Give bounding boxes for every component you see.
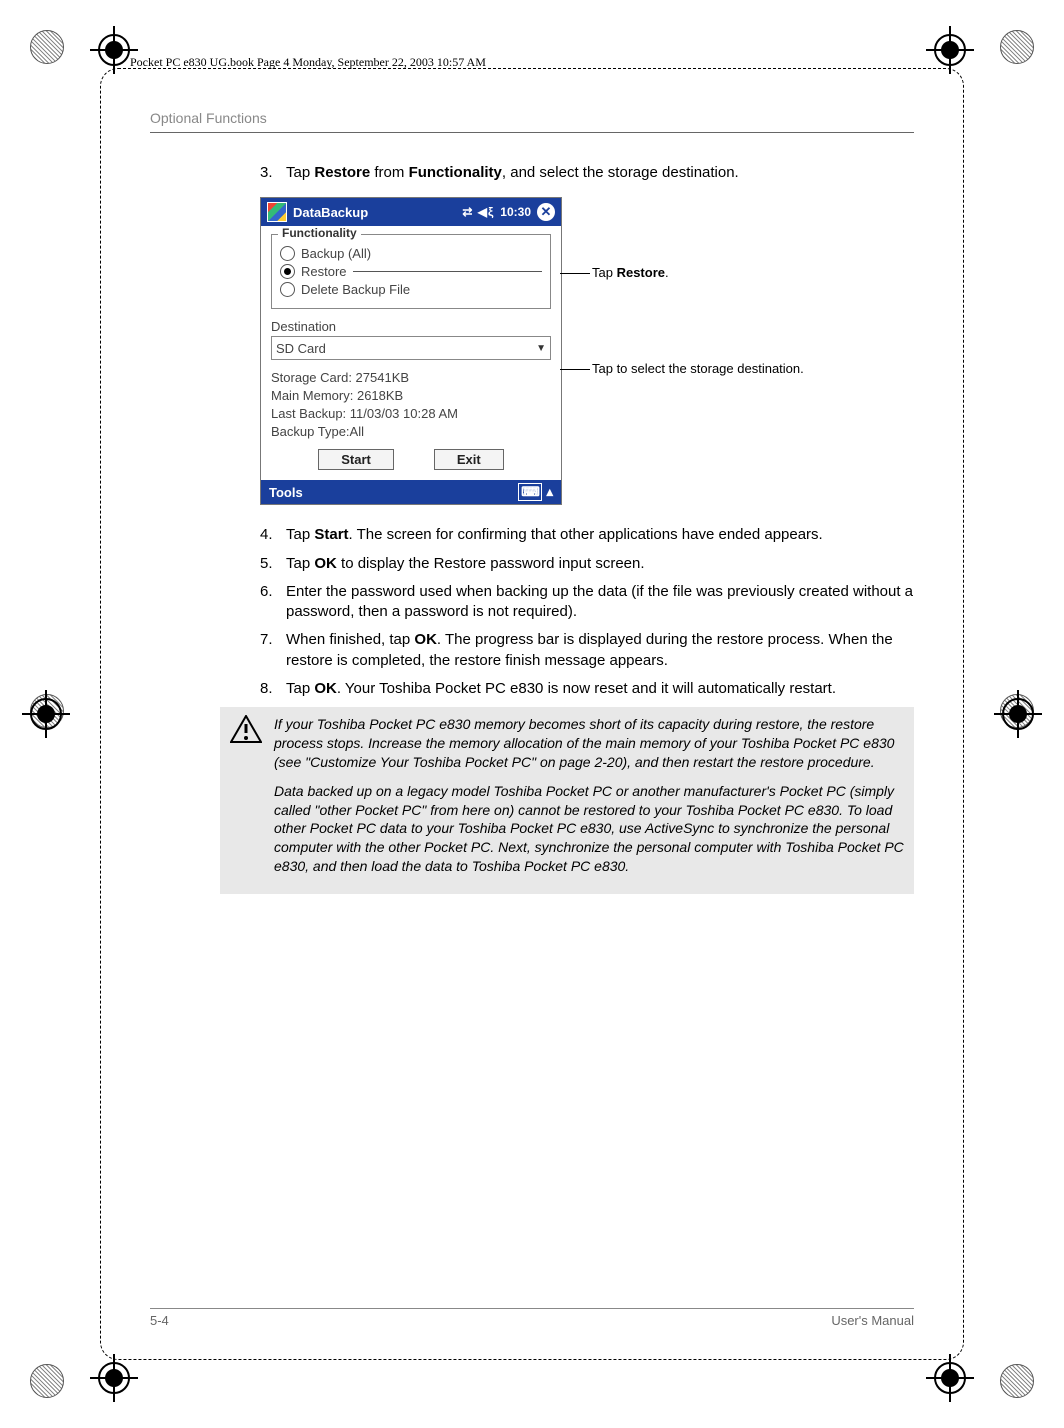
main-memory-info: Main Memory: 2618KB (271, 388, 551, 403)
registration-mark-icon (90, 1354, 138, 1402)
crop-mark-icon (1000, 30, 1034, 64)
dropdown-value: SD Card (276, 341, 326, 356)
crop-mark-icon (1000, 1364, 1034, 1398)
pda-titlebar: DataBackup ⇄ ◀ξ 10:30 ✕ (261, 198, 561, 226)
callout-leader-icon (560, 273, 590, 274)
text: . (665, 265, 669, 280)
text-bold: OK (414, 631, 437, 648)
registration-mark-icon (994, 690, 1042, 738)
arrow-up-icon[interactable]: ▴ (546, 484, 553, 500)
exit-button[interactable]: Exit (434, 449, 504, 470)
radio-restore[interactable]: Restore (280, 264, 542, 279)
callout-leader-icon (353, 271, 542, 272)
pda-footer: Tools ⌨ ▴ (261, 480, 561, 504)
radio-backup-all[interactable]: Backup (All) (280, 246, 542, 261)
page-number: 5-4 (150, 1313, 169, 1328)
step-number: 5. (260, 554, 286, 574)
destination-label: Destination (271, 319, 551, 334)
text: . Your Toshiba Pocket PC e830 is now res… (337, 680, 836, 697)
text-bold: Start (314, 526, 348, 543)
destination-dropdown[interactable]: SD Card ▼ (271, 336, 551, 360)
caution-note: If your Toshiba Pocket PC e830 memory be… (220, 707, 914, 894)
note-paragraph: If your Toshiba Pocket PC e830 memory be… (274, 715, 904, 772)
start-flag-icon[interactable] (267, 202, 287, 222)
rule-icon (150, 132, 914, 133)
text-bold: Functionality (409, 164, 502, 181)
start-button[interactable]: Start (318, 449, 394, 470)
backup-type-info: Backup Type:All (271, 424, 551, 439)
step-text: Tap OK to display the Restore password i… (286, 554, 914, 574)
chevron-down-icon[interactable]: ▼ (536, 343, 546, 354)
step-number: 8. (260, 679, 286, 699)
radio-icon[interactable] (280, 264, 295, 279)
radio-label: Delete Backup File (301, 282, 410, 297)
step-3: 3. Tap Restore from Functionality, and s… (260, 163, 914, 183)
step-number: 3. (260, 163, 286, 183)
registration-mark-icon (22, 690, 70, 738)
text: Tap (286, 164, 314, 181)
step-6: 6. Enter the password used when backing … (260, 582, 914, 623)
callout-tap-restore: Tap Restore. (592, 265, 669, 280)
running-head: Optional Functions (150, 110, 914, 126)
text: Tap (286, 680, 314, 697)
functionality-group: Functionality Backup (All) Restore (271, 234, 551, 309)
text: . The screen for confirming that other a… (349, 526, 823, 543)
screenshot-databackup: DataBackup ⇄ ◀ξ 10:30 ✕ Functionality Ba… (260, 197, 562, 505)
text-bold: OK (314, 680, 337, 697)
step-text: Enter the password used when backing up … (286, 582, 914, 623)
radio-label: Backup (All) (301, 246, 371, 261)
pda-title-text: DataBackup (293, 205, 368, 220)
text: Tap (286, 555, 314, 572)
close-icon[interactable]: ✕ (537, 203, 555, 221)
text: Tap (592, 265, 617, 280)
text-bold: Restore (314, 164, 370, 181)
step-text: Tap OK. Your Toshiba Pocket PC e830 is n… (286, 679, 914, 699)
callout-select-destination: Tap to select the storage destination. (592, 361, 804, 376)
text-bold: OK (314, 555, 337, 572)
manual-label: User's Manual (831, 1313, 914, 1328)
callout-leader-icon (560, 369, 590, 370)
radio-label: Restore (301, 264, 347, 279)
group-legend: Functionality (278, 226, 361, 240)
step-8: 8. Tap OK. Your Toshiba Pocket PC e830 i… (260, 679, 914, 699)
note-paragraph: Data backed up on a legacy model Toshiba… (274, 782, 904, 876)
clock-text: 10:30 (500, 205, 531, 219)
radio-icon[interactable] (280, 246, 295, 261)
tools-menu[interactable]: Tools (269, 485, 303, 500)
step-text: Tap Restore from Functionality, and sele… (286, 163, 914, 183)
last-backup-info: Last Backup: 11/03/03 10:28 AM (271, 406, 551, 421)
text: from (370, 164, 408, 181)
signal-icon: ⇄ ◀ξ (462, 205, 494, 219)
registration-mark-icon (926, 1354, 974, 1402)
radio-delete-file[interactable]: Delete Backup File (280, 282, 542, 297)
frame-header-note: Pocket PC e830 UG.book Page 4 Monday, Se… (130, 55, 486, 70)
step-4: 4. Tap Start. The screen for confirming … (260, 525, 914, 545)
warning-icon (230, 715, 262, 743)
text: When finished, tap (286, 631, 414, 648)
radio-icon[interactable] (280, 282, 295, 297)
text: , and select the storage destination. (502, 164, 739, 181)
step-7: 7. When finished, tap OK. The progress b… (260, 630, 914, 671)
step-number: 6. (260, 582, 286, 623)
text: to display the Restore password input sc… (337, 555, 645, 572)
crop-mark-icon (30, 30, 64, 64)
text-bold: Restore (617, 265, 665, 280)
step-text: Tap Start. The screen for confirming tha… (286, 525, 914, 545)
registration-mark-icon (926, 26, 974, 74)
crop-mark-icon (30, 1364, 64, 1398)
step-text: When finished, tap OK. The progress bar … (286, 630, 914, 671)
step-number: 4. (260, 525, 286, 545)
step-number: 7. (260, 630, 286, 671)
storage-card-info: Storage Card: 27541KB (271, 370, 551, 385)
keyboard-icon[interactable]: ⌨ (518, 483, 542, 501)
step-5: 5. Tap OK to display the Restore passwor… (260, 554, 914, 574)
text: Tap (286, 526, 314, 543)
